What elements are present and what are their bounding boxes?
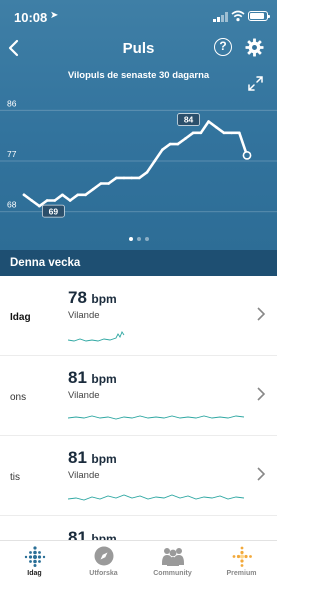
data-point	[230, 131, 233, 135]
tab-label: Idag	[27, 570, 42, 577]
list-item[interactable]: tis 81 bpm Vilande	[0, 436, 277, 516]
row-value: 81 bpm	[68, 448, 117, 467]
row-day: ons	[10, 392, 27, 403]
gear-icon[interactable]	[245, 38, 264, 57]
battery-icon	[248, 11, 270, 21]
tab-utforska[interactable]: Utforska	[69, 545, 138, 577]
data-point	[168, 142, 172, 146]
data-point	[153, 159, 157, 163]
data-point	[145, 170, 149, 174]
dots-grid-icon	[24, 546, 45, 567]
data-point	[76, 193, 80, 197]
list-item[interactable]: Idag 78 bpm Vilande	[0, 276, 277, 356]
help-icon[interactable]: ?	[214, 38, 232, 56]
tab-premium[interactable]: Premium	[207, 545, 276, 577]
data-point	[207, 120, 210, 123]
row-subtitle: Vilande	[68, 390, 100, 401]
row-day: Idag	[10, 312, 31, 323]
row-value: 81 bpm	[68, 528, 117, 540]
tab-bar: Idag Utforska Community Premium	[0, 540, 277, 600]
pager-dot[interactable]	[144, 237, 149, 241]
row-value: 78 bpm	[68, 288, 117, 307]
y-tick-label: 86	[7, 98, 17, 108]
week-section-header: Denna vecka	[0, 250, 277, 276]
max-annotation-label: 84	[184, 115, 194, 125]
status-time: 10:08	[14, 10, 48, 25]
last-point-marker	[242, 150, 252, 160]
status-bar: 10:08 ➤	[0, 0, 277, 34]
cellular-signal-icon	[213, 12, 228, 22]
data-point	[214, 125, 218, 129]
data-point	[191, 131, 195, 135]
page-title: Puls	[122, 40, 155, 57]
tab-label: Premium	[226, 570, 257, 577]
list-item[interactable]: ons 81 bpm Vilande	[0, 356, 277, 436]
pager-dot[interactable]	[136, 237, 141, 241]
pager-dot[interactable]	[128, 237, 133, 241]
data-point	[130, 176, 133, 180]
data-point	[38, 204, 41, 208]
data-point	[107, 182, 110, 185]
compass-icon	[94, 546, 113, 566]
data-point	[176, 142, 180, 146]
premium-icon	[232, 546, 252, 567]
nav-bar: Puls ?	[0, 34, 277, 64]
chevron-right-icon	[257, 307, 266, 321]
data-point	[138, 176, 141, 180]
tab-label: Community	[153, 570, 192, 577]
data-point	[199, 131, 203, 135]
series-line	[22, 120, 249, 208]
data-point	[61, 193, 64, 197]
tab-idag[interactable]: Idag	[0, 545, 69, 577]
y-tick-label: 68	[7, 200, 17, 210]
data-point	[30, 199, 33, 202]
chevron-right-icon	[257, 467, 266, 481]
screen: 10:08 ➤ Puls ? Vilopuls de senaste 30 da…	[0, 0, 277, 600]
row-day: tis	[10, 472, 20, 483]
list-item[interactable]: 81 bpm	[0, 516, 277, 540]
resting-heart-rate-chart[interactable]: 86 77 68 84 69	[0, 85, 277, 230]
data-point	[222, 131, 226, 135]
data-point	[68, 199, 72, 202]
data-point	[238, 131, 241, 135]
row-subtitle: Vilande	[68, 470, 100, 481]
pager-dots	[0, 228, 277, 246]
data-point	[122, 176, 126, 180]
row-value: 81 bpm	[68, 368, 117, 387]
data-point	[91, 187, 95, 191]
data-point	[22, 193, 26, 197]
tab-community[interactable]: Community	[138, 545, 207, 577]
row-subtitle: Vilande	[68, 310, 100, 321]
data-point	[184, 137, 187, 140]
sparkline	[68, 415, 245, 420]
data-point	[84, 193, 87, 197]
location-arrow-icon: ➤	[50, 10, 59, 21]
daily-list: Idag 78 bpm Vilande ons 81 bpm Vilande t…	[0, 276, 277, 540]
chart-title: Vilopuls de senaste 30 dagarna	[67, 70, 210, 81]
header-area: 10:08 ➤ Puls ? Vilopuls de senaste 30 da…	[0, 0, 277, 250]
sparkline	[68, 331, 125, 342]
tab-label: Utforska	[89, 570, 118, 577]
data-point	[114, 176, 118, 180]
wifi-icon	[231, 10, 245, 22]
sparkline	[68, 494, 245, 501]
data-point	[99, 182, 103, 185]
data-point	[53, 199, 57, 202]
community-icon	[161, 548, 184, 566]
data-point	[161, 148, 164, 152]
chevron-right-icon	[257, 387, 266, 401]
y-tick-label: 77	[7, 149, 17, 159]
min-annotation-label: 69	[49, 206, 59, 216]
data-point	[45, 199, 49, 202]
